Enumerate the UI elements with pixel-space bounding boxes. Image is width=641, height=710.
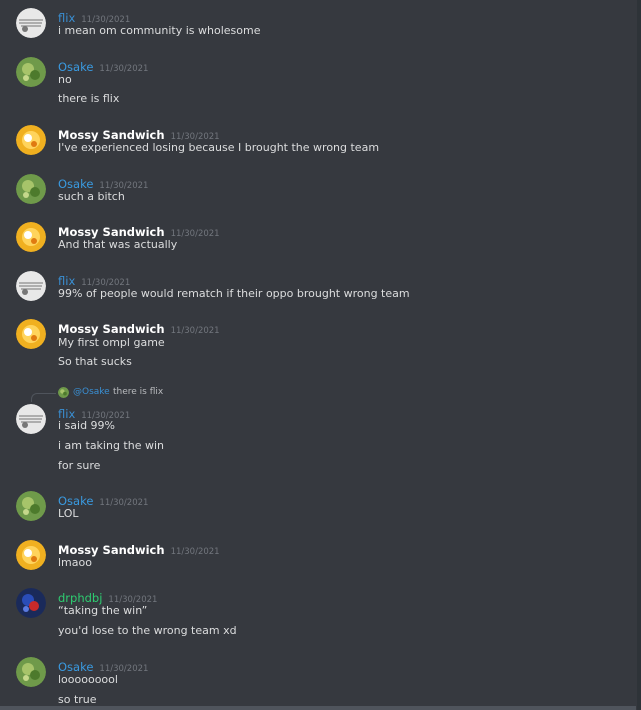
message-input-edge[interactable] bbox=[0, 706, 636, 710]
message-text: I've experienced losing because I brough… bbox=[58, 141, 380, 154]
scrollbar-track[interactable] bbox=[637, 0, 641, 710]
osake-avatar[interactable] bbox=[16, 174, 46, 204]
osake-mini-avatar bbox=[58, 387, 69, 398]
message-text: such a bitch bbox=[58, 190, 125, 203]
message-text: LOL bbox=[58, 507, 79, 520]
mossy-sandwich-avatar[interactable] bbox=[16, 319, 46, 349]
message-text: 99% of people would rematch if their opp… bbox=[58, 287, 410, 300]
osake-avatar[interactable] bbox=[16, 491, 46, 521]
mossy-sandwich-avatar[interactable] bbox=[16, 540, 46, 570]
message-header: Osake 11/30/2021 bbox=[58, 656, 148, 674]
message-text: i mean om community is wholesome bbox=[58, 24, 261, 37]
message-text: looooooool bbox=[58, 673, 118, 686]
message-header: flix 11/30/2021 bbox=[58, 270, 130, 288]
message-header: flix 11/30/2021 bbox=[58, 403, 130, 421]
message-header: Osake 11/30/2021 bbox=[58, 56, 149, 74]
message-text: there is flix bbox=[58, 92, 120, 105]
reply-spine bbox=[31, 393, 56, 402]
message-text: you'd lose to the wrong team xd bbox=[58, 624, 237, 637]
message-text: “taking the win” bbox=[58, 604, 148, 617]
message-text: And that was actually bbox=[58, 238, 178, 251]
reply-preview-text[interactable]: there is flix bbox=[113, 387, 163, 397]
message-header: Mossy Sandwich 11/30/2021 bbox=[58, 318, 220, 336]
chat-message-list[interactable]: flix 11/30/2021 i mean om community is wh… bbox=[0, 0, 641, 710]
timestamp: 11/30/2021 bbox=[170, 326, 220, 336]
osake-avatar[interactable] bbox=[16, 57, 46, 87]
message-header: drphdbj 11/30/2021 bbox=[58, 587, 157, 605]
mossy-sandwich-avatar[interactable] bbox=[16, 125, 46, 155]
flix-avatar[interactable] bbox=[16, 271, 46, 301]
drphdbj-avatar[interactable] bbox=[16, 588, 46, 618]
message-text: lmaoo bbox=[58, 556, 92, 569]
timestamp: 11/30/2021 bbox=[170, 229, 220, 239]
message-header: Osake 11/30/2021 bbox=[58, 490, 149, 508]
message-text: i am taking the win bbox=[58, 439, 165, 452]
flix-avatar[interactable] bbox=[16, 8, 46, 38]
timestamp: 11/30/2021 bbox=[99, 64, 149, 74]
message-header: Mossy Sandwich 11/30/2021 bbox=[58, 539, 220, 557]
message-header: Mossy Sandwich 11/30/2021 bbox=[58, 124, 220, 142]
message-text: for sure bbox=[58, 459, 101, 472]
message-text: no bbox=[58, 73, 72, 86]
timestamp: 11/30/2021 bbox=[99, 498, 149, 508]
message-header: Osake 11/30/2021 bbox=[58, 173, 148, 191]
message-text: So that sucks bbox=[58, 355, 132, 368]
timestamp: 11/30/2021 bbox=[170, 547, 220, 557]
reply-reference[interactable]: @Osake there is flix bbox=[0, 385, 300, 402]
osake-avatar[interactable] bbox=[16, 657, 46, 687]
message-header: flix 11/30/2021 bbox=[58, 7, 130, 25]
flix-avatar[interactable] bbox=[16, 404, 46, 434]
message-header: Mossy Sandwich 11/30/2021 bbox=[58, 221, 220, 239]
message-text: i said 99% bbox=[58, 419, 116, 432]
message-text: My first ompl game bbox=[58, 336, 165, 349]
reply-mention[interactable]: @Osake bbox=[73, 387, 110, 397]
username[interactable]: Mossy Sandwich bbox=[58, 322, 165, 336]
mossy-sandwich-avatar[interactable] bbox=[16, 222, 46, 252]
